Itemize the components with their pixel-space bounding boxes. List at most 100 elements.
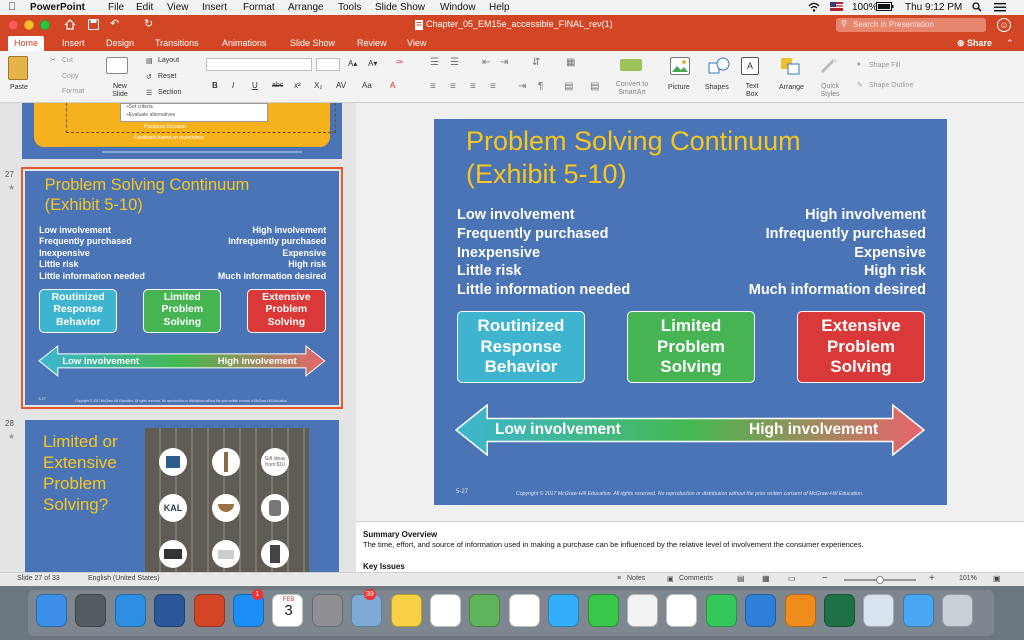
- tab-slideshow[interactable]: Slide Show: [290, 38, 335, 48]
- finder-icon[interactable]: [36, 594, 67, 627]
- superscript-icon[interactable]: x²: [294, 81, 301, 90]
- folder-icon[interactable]: [903, 594, 934, 627]
- system-prefs-icon[interactable]: [312, 594, 343, 627]
- normal-view-icon[interactable]: ▤: [737, 574, 745, 583]
- comments-button[interactable]: Comments: [679, 575, 713, 582]
- numbers-icon[interactable]: [706, 594, 737, 627]
- shape-outline-button[interactable]: Shape Outline: [869, 82, 913, 89]
- font-size-field[interactable]: [316, 58, 340, 71]
- keynote-icon[interactable]: [745, 594, 776, 627]
- flag-icon[interactable]: [830, 2, 843, 11]
- font-grow-icon[interactable]: A▴: [348, 59, 357, 68]
- share-button[interactable]: ⊕ Share: [957, 38, 992, 49]
- notification-center-icon[interactable]: [994, 2, 1006, 12]
- sorter-view-icon[interactable]: ▦: [762, 574, 770, 583]
- menu-help[interactable]: Help: [489, 2, 510, 13]
- close-window-button[interactable]: [8, 20, 18, 30]
- tab-home[interactable]: Home: [8, 36, 44, 51]
- bullets-icon[interactable]: ☰: [430, 57, 439, 68]
- collapse-ribbon-icon[interactable]: ⌃: [1006, 38, 1014, 49]
- justify-icon[interactable]: ≡: [490, 81, 496, 92]
- zoom-level[interactable]: 101%: [959, 575, 977, 582]
- messages-icon[interactable]: [548, 594, 579, 627]
- redo-icon[interactable]: ↻: [144, 17, 153, 30]
- wifi-icon[interactable]: [808, 2, 820, 12]
- subscript-icon[interactable]: X₂: [314, 81, 322, 90]
- feedback-smiley-icon[interactable]: ☺: [997, 18, 1011, 32]
- line-spacing-icon[interactable]: ⇵: [532, 57, 540, 68]
- underline-icon[interactable]: U: [252, 81, 258, 90]
- bold-icon[interactable]: B: [212, 81, 218, 90]
- align-left-icon[interactable]: ≡: [430, 81, 436, 92]
- italic-icon[interactable]: I: [232, 81, 234, 90]
- zoom-out-icon[interactable]: −: [822, 573, 828, 584]
- reset-button[interactable]: Reset: [158, 73, 176, 80]
- text-direction-icon[interactable]: ⇥: [518, 81, 526, 92]
- copy-button[interactable]: Copy: [62, 73, 78, 80]
- align-center-icon[interactable]: ≡: [450, 81, 456, 92]
- spotlight-icon[interactable]: [972, 2, 982, 12]
- fit-slide-icon[interactable]: ▣: [993, 574, 1001, 583]
- text-box-options-icon[interactable]: ▤: [590, 81, 599, 92]
- apple-icon[interactable]: : [8, 1, 16, 13]
- section-button[interactable]: Section: [158, 89, 181, 96]
- menu-file[interactable]: File: [108, 2, 124, 13]
- ibooks-icon[interactable]: [785, 594, 816, 627]
- facetime-icon[interactable]: [588, 594, 619, 627]
- thumbnail-slide-28[interactable]: Limited or Extensive Problem Solving? Gi…: [25, 420, 339, 572]
- minimize-window-button[interactable]: [24, 20, 34, 30]
- convert-smartart-button[interactable]: Convert to SmartArt: [614, 81, 650, 96]
- outdent-icon[interactable]: ⇥: [500, 57, 508, 68]
- tab-design[interactable]: Design: [106, 38, 134, 48]
- notes-button[interactable]: Notes: [627, 575, 645, 582]
- numbering-icon[interactable]: ☰: [450, 57, 459, 68]
- app-menu[interactable]: PowerPoint: [30, 2, 85, 13]
- format-painter-button[interactable]: Format: [62, 88, 84, 95]
- word-icon[interactable]: [154, 594, 185, 627]
- menu-edit[interactable]: Edit: [136, 2, 153, 13]
- language[interactable]: English (United States): [88, 575, 160, 582]
- new-slide-button[interactable]: New Slide: [110, 83, 130, 98]
- textbox-button[interactable]: Text Box: [741, 83, 763, 98]
- grapher-icon[interactable]: [627, 594, 658, 627]
- menu-arrange[interactable]: Arrange: [288, 2, 324, 13]
- layout-button[interactable]: Layout: [158, 57, 179, 64]
- maps-icon[interactable]: [469, 594, 500, 627]
- clear-format-icon[interactable]: ✑: [396, 57, 404, 68]
- strikethrough-icon[interactable]: abc: [272, 82, 283, 89]
- tab-animations[interactable]: Animations: [222, 38, 267, 48]
- save-icon[interactable]: [88, 19, 99, 30]
- notes-icon[interactable]: [391, 594, 422, 627]
- thumbnail-slide-26[interactable]: •Set criteria •Evaluate alternatives Pos…: [22, 103, 342, 159]
- thumbnail-slide-27[interactable]: Problem Solving Continuum(Exhibit 5-10)L…: [25, 171, 339, 405]
- powerpoint-icon[interactable]: [194, 594, 225, 627]
- change-case-icon[interactable]: Aa: [362, 81, 372, 90]
- char-spacing-icon[interactable]: AV: [336, 81, 346, 90]
- battery-icon[interactable]: [876, 2, 894, 11]
- quick-styles-icon[interactable]: [819, 58, 839, 74]
- clock[interactable]: Thu 9:12 PM: [905, 2, 962, 13]
- align-right-icon[interactable]: ≡: [470, 81, 476, 92]
- picture-button[interactable]: Picture: [668, 84, 690, 91]
- menu-tools[interactable]: Tools: [338, 2, 361, 13]
- zoom-window-button[interactable]: [40, 20, 50, 30]
- menu-format[interactable]: Format: [243, 2, 275, 13]
- shapes-icon[interactable]: [708, 57, 730, 75]
- zoom-slider[interactable]: [844, 579, 916, 581]
- search-input[interactable]: ⚲ Search in Presentation: [836, 18, 986, 32]
- shape-fill-button[interactable]: Shape Fill: [869, 62, 900, 69]
- textbox-icon[interactable]: A: [741, 57, 759, 75]
- itunes-icon[interactable]: [666, 594, 697, 627]
- cut-button[interactable]: Cut: [62, 57, 73, 64]
- safari-icon[interactable]: [115, 594, 146, 627]
- arrange-button[interactable]: Arrange: [779, 84, 804, 91]
- smartart-icon[interactable]: [620, 59, 642, 71]
- zoom-in-icon[interactable]: +: [929, 573, 935, 584]
- home-icon[interactable]: [64, 19, 76, 30]
- menu-view[interactable]: View: [167, 2, 189, 13]
- tab-transitions[interactable]: Transitions: [155, 38, 199, 48]
- picture-icon[interactable]: [670, 57, 690, 75]
- excel-icon[interactable]: [824, 594, 855, 627]
- launchpad-icon[interactable]: [75, 594, 106, 627]
- paste-button[interactable]: Paste: [10, 84, 28, 91]
